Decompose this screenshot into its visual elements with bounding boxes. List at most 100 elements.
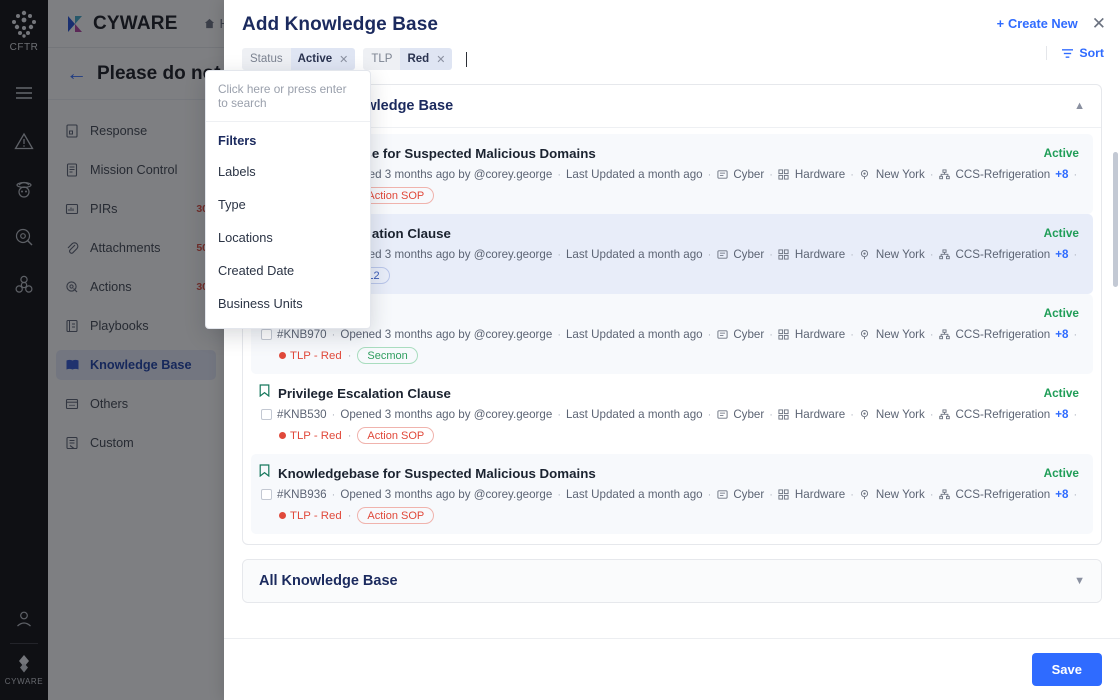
kb-row-more-count[interactable]: +8 <box>1055 328 1068 341</box>
dropdown-item-locations[interactable]: Locations <box>206 221 370 254</box>
meta-separator: · <box>332 489 336 501</box>
kb-row-opened: Opened 3 months ago by @corey.george <box>340 168 552 181</box>
knowledge-base-row[interactable]: Privilege Escalation Clause#KNB580·Opene… <box>251 214 1093 294</box>
status-badge: Active <box>1044 226 1079 240</box>
kb-row-meta: #KNB570·Opened 3 months ago by @corey.ge… <box>259 168 1083 181</box>
kb-row-more-count[interactable]: +8 <box>1055 168 1068 181</box>
bookmark-icon[interactable] <box>259 384 270 402</box>
status-badge: Active <box>1044 306 1079 320</box>
kb-row-business-unit: CCS-Refrigeration <box>956 168 1051 181</box>
type-icon <box>716 409 728 421</box>
suggested-section-header[interactable]: Suggested Knowledge Base ▲ <box>243 85 1101 128</box>
suggested-knowledge-base-section: Suggested Knowledge Base ▲ Knowledgebase… <box>242 84 1102 545</box>
knowledge-base-row[interactable]: Patch Update#KNB970·Opened 3 months ago … <box>251 294 1093 374</box>
modal-footer: Save <box>224 638 1120 700</box>
kb-row-tag[interactable]: Action SOP <box>357 507 434 524</box>
kb-row-tag[interactable]: Secmon <box>357 347 417 364</box>
kb-row-updated: Last Updated a month ago <box>566 408 703 421</box>
kb-row-category: Hardware <box>795 328 845 341</box>
meta-separator: · <box>850 489 854 501</box>
meta-separator: · <box>850 329 854 341</box>
kb-row-tags: TLP - Red·Action SOP <box>259 427 1083 444</box>
tlp-label: TLP - Red <box>279 510 342 522</box>
filter-chip[interactable]: StatusActive✕ <box>242 48 355 70</box>
filter-text-caret <box>466 52 467 67</box>
meta-separator: · <box>557 409 561 421</box>
tlp-label: TLP - Red <box>279 430 342 442</box>
kb-row-checkbox[interactable] <box>261 489 272 500</box>
meta-separator: · <box>1073 169 1077 181</box>
all-knowledge-base-section: All Knowledge Base ▼ <box>242 559 1102 603</box>
tlp-text: TLP - Red <box>290 350 342 362</box>
chevron-up-icon[interactable]: ▲ <box>1074 100 1085 112</box>
meta-separator: · <box>708 489 712 501</box>
kb-row-opened: Opened 3 months ago by @corey.george <box>340 408 552 421</box>
dropdown-item-created-date[interactable]: Created Date <box>206 254 370 287</box>
meta-separator: · <box>348 510 352 522</box>
filter-chip[interactable]: TLPRed✕ <box>363 48 452 70</box>
kb-row-category: Hardware <box>795 408 845 421</box>
knowledge-base-row[interactable]: Privilege Escalation Clause #KNB530 · Opene… <box>251 374 1093 454</box>
kb-row-id: #KNB936 <box>277 488 327 501</box>
kb-row-updated: Last Updated a month ago <box>566 488 703 501</box>
kb-row-tag[interactable]: Action SOP <box>357 427 434 444</box>
dropdown-item-labels[interactable]: Labels <box>206 155 370 188</box>
kb-row-id: #KNB530 <box>277 408 327 421</box>
dropdown-item-filters[interactable]: Filters <box>206 122 370 155</box>
create-new-button[interactable]: + Create New <box>997 16 1078 31</box>
chevron-down-icon[interactable]: ▼ <box>1074 575 1085 587</box>
meta-separator: · <box>930 169 934 181</box>
bookmark-icon[interactable] <box>259 464 270 482</box>
dropdown-item-type[interactable]: Type <box>206 188 370 221</box>
type-icon <box>716 249 728 261</box>
kb-row-type: Cyber <box>733 168 764 181</box>
category-grid-icon <box>778 169 790 181</box>
meta-separator: · <box>708 249 712 261</box>
meta-separator: · <box>850 409 854 421</box>
business-unit-icon <box>939 169 951 181</box>
modal-backdrop[interactable] <box>0 0 224 700</box>
kb-row-title: Knowledgebase for Suspected Malicious Do… <box>278 466 596 481</box>
knowledge-base-row[interactable]: Knowledgebase for Suspected Malicious Do… <box>251 454 1093 534</box>
kb-row-more-count[interactable]: +8 <box>1055 408 1068 421</box>
all-section-header[interactable]: All Knowledge Base ▼ <box>243 560 1101 602</box>
sort-button[interactable]: Sort <box>1046 46 1104 60</box>
dropdown-item-business-units[interactable]: Business Units <box>206 287 370 320</box>
kb-row-checkbox[interactable] <box>261 409 272 420</box>
filter-chip-value-wrap: Active✕ <box>291 48 356 70</box>
kb-row-location: New York <box>876 488 925 501</box>
knowledge-base-row[interactable]: Knowledgebase for Suspected Malicious Do… <box>251 134 1093 214</box>
kb-row-type: Cyber <box>733 408 764 421</box>
meta-separator: · <box>1073 329 1077 341</box>
location-pin-icon <box>859 409 871 421</box>
type-icon <box>716 329 728 341</box>
close-icon[interactable]: ✕ <box>1092 15 1106 32</box>
kb-row-location: New York <box>876 248 925 261</box>
category-grid-icon <box>778 409 790 421</box>
save-button[interactable]: Save <box>1032 653 1102 686</box>
meta-separator: · <box>1073 489 1077 501</box>
kb-row-more-count[interactable]: +8 <box>1055 488 1068 501</box>
kb-row-meta: #KNB970·Opened 3 months ago by @corey.ge… <box>259 328 1083 341</box>
kb-row-title-line: Privilege Escalation Clause <box>259 384 1083 402</box>
chip-remove-icon[interactable]: ✕ <box>436 53 445 66</box>
kb-row-more-count[interactable]: +8 <box>1055 248 1068 261</box>
meta-separator: · <box>557 329 561 341</box>
meta-separator: · <box>930 409 934 421</box>
modal-scrollbar-thumb[interactable] <box>1113 152 1118 287</box>
kb-row-checkbox[interactable] <box>261 329 272 340</box>
kb-row-updated: Last Updated a month ago <box>566 248 703 261</box>
kb-row-title: Privilege Escalation Clause <box>278 386 451 401</box>
tlp-label: TLP - Red <box>279 350 342 362</box>
meta-separator: · <box>769 249 773 261</box>
kb-row-business-unit: CCS-Refrigeration <box>956 248 1051 261</box>
dropdown-search-placeholder[interactable]: Click here or press enter to search <box>206 71 370 122</box>
modal-header: Add Knowledge Base + Create New ✕ <box>224 0 1120 36</box>
kb-row-location: New York <box>876 408 925 421</box>
meta-separator: · <box>708 329 712 341</box>
create-new-label: Create New <box>1008 16 1078 31</box>
category-grid-icon <box>778 329 790 341</box>
chip-remove-icon[interactable]: ✕ <box>339 53 348 66</box>
status-badge: Active <box>1044 386 1079 400</box>
kb-row-tags: TLP - Red·Secmon <box>259 347 1083 364</box>
